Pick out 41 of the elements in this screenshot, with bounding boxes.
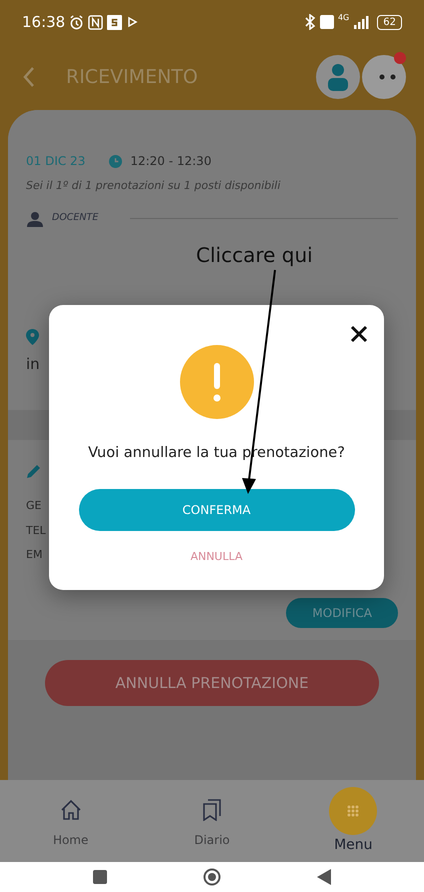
play-icon (126, 16, 138, 28)
warning-icon (180, 345, 254, 419)
cancel-button[interactable]: ANNULLA (184, 546, 249, 568)
contact-label: EM (26, 547, 42, 563)
booking-time: 12:20 - 12:30 (130, 153, 212, 170)
home-icon (60, 799, 82, 821)
nav-tab[interactable]: Home (26, 793, 116, 849)
clock-icon (109, 154, 122, 168)
person-icon (26, 210, 44, 226)
recents-icon[interactable] (93, 870, 107, 884)
teacher-label: DOCENTE (52, 211, 98, 226)
bluetooth-icon (304, 14, 316, 30)
location-icon (26, 329, 39, 346)
annotation-text: Cliccare qui (196, 242, 313, 269)
home-nav-icon[interactable] (203, 868, 221, 886)
signal-icon (353, 15, 370, 29)
confirm-button[interactable]: CONFERMA (78, 488, 354, 531)
contact-label: GE (26, 498, 42, 514)
page-title: RICEVIMENTO (66, 64, 198, 90)
status-time: 16:38 (22, 12, 66, 33)
edit-button[interactable]: MODIFICA (286, 598, 398, 628)
booking-date: 01 DIC 23 (26, 153, 86, 170)
position-note: Sei il 1º di 1 prenotazioni su 1 posti disponibili (26, 178, 282, 194)
more-button[interactable] (362, 55, 406, 99)
cancel-booking-button[interactable]: ANNULLA PRENOTAZIONE (45, 660, 379, 706)
back-icon[interactable] (22, 66, 36, 88)
nfc-icon (88, 14, 104, 30)
network-label: 4G (338, 12, 350, 24)
alarm-icon (69, 14, 84, 30)
bookmarks-icon (202, 799, 222, 821)
volte-icon (320, 15, 334, 29)
contact-label: TEL (26, 522, 46, 538)
profile-avatar[interactable] (316, 55, 360, 99)
location-text: in (26, 354, 41, 374)
battery-level: 62 (377, 14, 402, 30)
back-nav-icon[interactable] (317, 869, 331, 885)
nav-tab[interactable]: Diario (166, 793, 257, 849)
pencil-icon (26, 462, 42, 479)
dots-icon (378, 74, 398, 80)
app-icon (107, 14, 122, 30)
nav-tab[interactable]: Menu (308, 786, 398, 856)
